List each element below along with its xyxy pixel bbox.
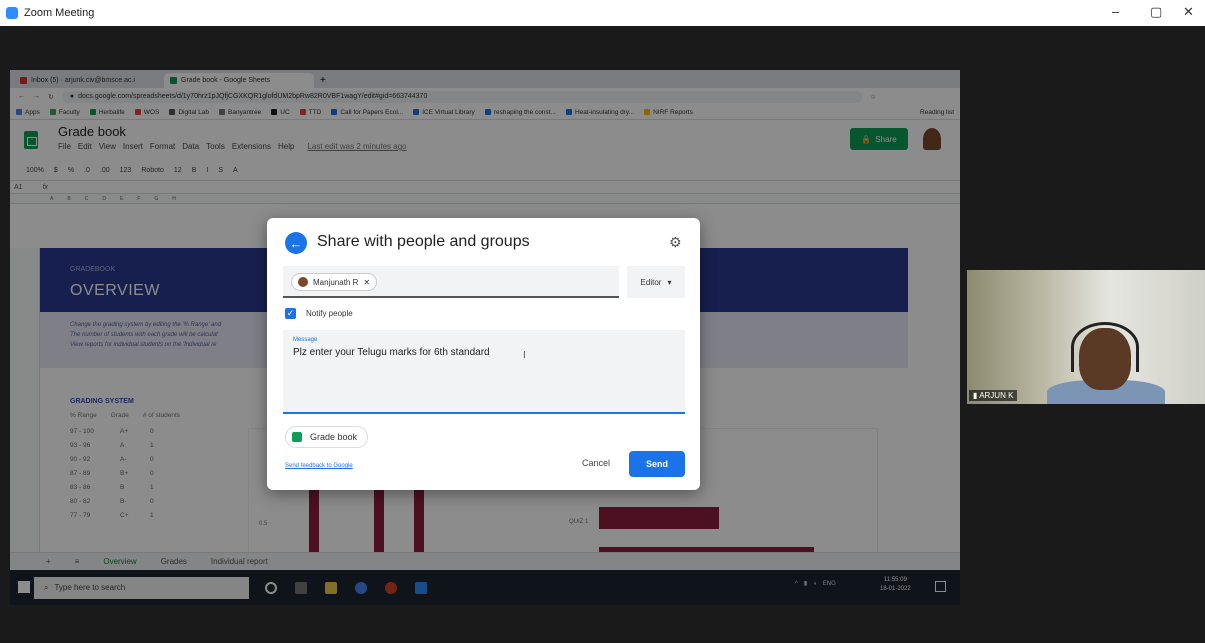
send-feedback-link[interactable]: Send feedback to Google (285, 463, 353, 469)
role-dropdown[interactable]: Editor ▾ (627, 266, 685, 298)
zoom-title-bar: Zoom Meeting – ▢ ✕ (0, 0, 1205, 26)
participant-name: ▮ ARJUN K (969, 390, 1018, 401)
file-chip[interactable]: Grade book (285, 426, 369, 448)
restore-button[interactable]: ▢ (1150, 4, 1162, 20)
shared-screen: Inbox (5) · arjunk.civ@bmsce.ac.i Grade … (10, 70, 960, 605)
notify-checkbox[interactable]: ✓ (285, 308, 296, 319)
share-dialog: ← Share with people and groups ⚙ Manjuna… (267, 218, 700, 490)
participant-video[interactable]: ▮ ARJUN K (967, 270, 1205, 404)
message-label: Message (293, 337, 318, 343)
back-button[interactable]: ← (285, 232, 307, 254)
avatar (298, 277, 308, 287)
chip-name: Manjunath R (313, 277, 359, 287)
zoom-window-title: Zoom Meeting (24, 7, 95, 19)
message-text: Plz enter your Telugu marks for 6th stan… (293, 347, 490, 358)
zoom-logo-icon (6, 7, 18, 19)
file-name: Grade book (310, 432, 358, 442)
minimize-button[interactable]: – (1112, 4, 1119, 19)
cancel-button[interactable]: Cancel (582, 458, 610, 468)
sheets-icon (292, 432, 302, 442)
dialog-title: Share with people and groups (317, 233, 530, 250)
text-cursor-icon: I (523, 350, 526, 361)
role-value: Editor (640, 277, 662, 287)
close-button[interactable]: ✕ (1183, 4, 1194, 20)
people-input[interactable]: Manjunath R ✕ (283, 266, 619, 298)
notify-people-row[interactable]: ✓ Notify people (285, 308, 353, 319)
meeting-area: Inbox (5) · arjunk.civ@bmsce.ac.i Grade … (0, 26, 1205, 643)
send-button[interactable]: Send (629, 451, 685, 477)
person-chip[interactable]: Manjunath R ✕ (291, 273, 378, 291)
message-textarea[interactable]: Message Plz enter your Telugu marks for … (283, 330, 685, 414)
settings-gear-icon[interactable]: ⚙ (669, 234, 682, 251)
headset-icon (1071, 322, 1139, 372)
notify-label: Notify people (306, 309, 353, 318)
close-icon[interactable]: ✕ (363, 278, 370, 287)
caret-down-icon: ▾ (667, 277, 672, 287)
